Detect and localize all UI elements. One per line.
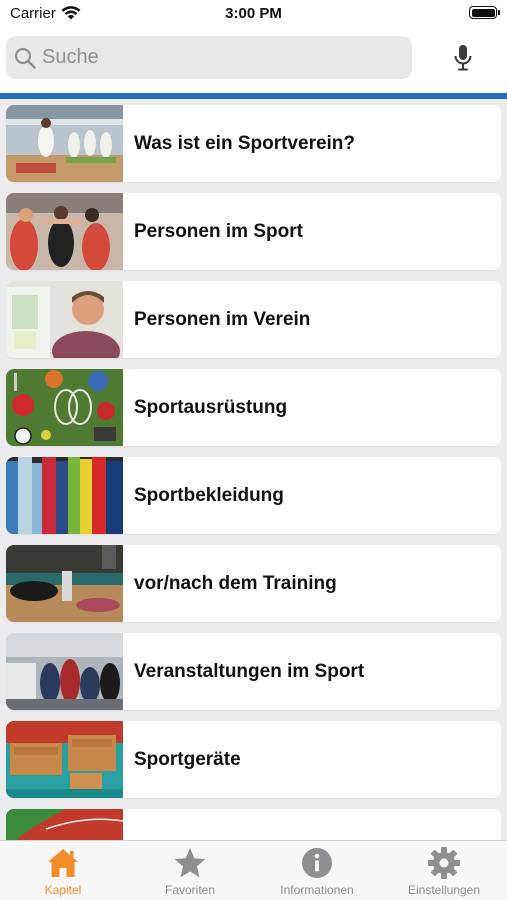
tab-label: Einstellungen	[407, 883, 481, 897]
list-item[interactable]: Sportgeräte	[6, 721, 501, 798]
chapter-title: Personen im Verein	[134, 309, 311, 330]
chapter-thumbnail	[6, 633, 123, 710]
list-item[interactable]: Sportausrüstung	[6, 369, 501, 446]
tab-label: Informationen	[280, 883, 354, 897]
chapter-title: vor/nach dem Training	[134, 573, 337, 594]
chapter-thumbnail	[6, 105, 123, 182]
clock: 3:00 PM	[225, 5, 282, 22]
chapter-title: Was ist ein Sportverein?	[134, 133, 356, 154]
list-item[interactable]	[6, 809, 501, 840]
tab-label: Kapitel	[44, 883, 82, 897]
info-icon	[302, 848, 332, 878]
chapter-title: Sportausrüstung	[134, 397, 288, 418]
search-icon	[14, 47, 36, 69]
house-icon	[48, 849, 78, 877]
list-item[interactable]: Personen im Sport	[6, 193, 501, 270]
search-input[interactable]	[42, 36, 402, 79]
search-field[interactable]	[6, 36, 412, 79]
star-icon	[174, 848, 206, 878]
chapter-thumbnail	[6, 193, 123, 270]
chapter-list[interactable]: Was ist ein Sportverein? Personen im Spo…	[0, 99, 507, 840]
tab-einstellungen[interactable]: Einstellungen	[381, 841, 507, 900]
chapter-title: Veranstaltungen im Sport	[134, 661, 365, 682]
chapter-thumbnail	[6, 369, 123, 446]
list-item[interactable]: Veranstaltungen im Sport	[6, 633, 501, 710]
tab-kapitel[interactable]: Kapitel	[0, 841, 126, 900]
list-item[interactable]: Was ist ein Sportverein?	[6, 105, 501, 182]
chapter-thumbnail	[6, 721, 123, 798]
tab-favoriten[interactable]: Favoriten	[127, 841, 253, 900]
chapter-title: Personen im Sport	[134, 221, 303, 242]
chapter-thumbnail	[6, 809, 123, 840]
tab-informationen[interactable]: Informationen	[254, 841, 380, 900]
gear-icon	[428, 847, 460, 879]
status-bar: Carrier 3:00 PM	[0, 0, 507, 30]
list-item[interactable]: vor/nach dem Training	[6, 545, 501, 622]
search-bar	[0, 30, 507, 93]
list-item[interactable]: Sportbekleidung	[6, 457, 501, 534]
tab-label: Favoriten	[164, 883, 216, 897]
chapter-title: Sportgeräte	[134, 749, 241, 770]
microphone-icon[interactable]	[452, 44, 474, 72]
chapter-thumbnail	[6, 545, 123, 622]
tab-bar: Kapitel Favoriten Informationen Einstell…	[0, 840, 507, 900]
chapter-thumbnail	[6, 457, 123, 534]
chapter-title: Sportbekleidung	[134, 485, 284, 506]
chapter-thumbnail	[6, 281, 123, 358]
list-item[interactable]: Personen im Verein	[6, 281, 501, 358]
battery-icon	[469, 6, 500, 19]
